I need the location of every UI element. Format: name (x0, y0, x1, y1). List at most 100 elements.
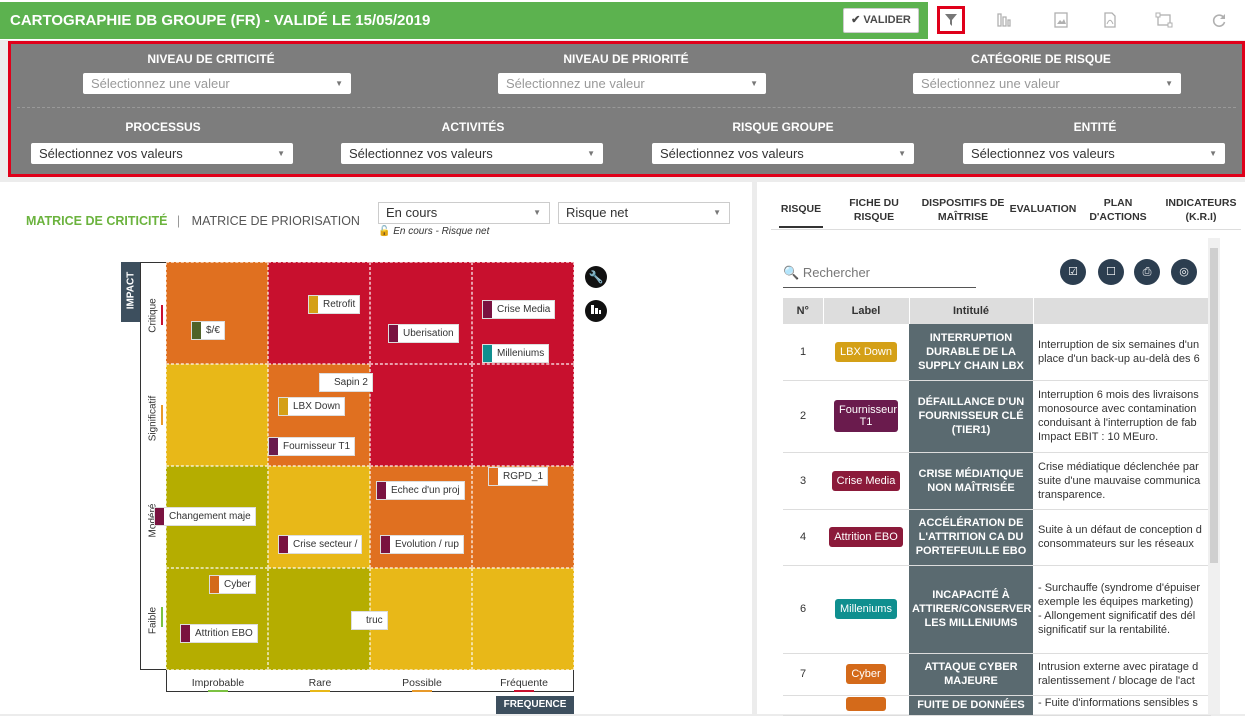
criticite-select[interactable]: Sélectionnez une valeur ▼ (83, 73, 351, 94)
col-header-label[interactable]: Label (823, 298, 910, 324)
matrix-cell (472, 364, 574, 466)
search-icon: 🔍 (783, 265, 800, 280)
validate-button[interactable]: ✔ VALIDER (843, 8, 919, 33)
risk-label-badge: Milleniums (835, 599, 897, 619)
priorite-select[interactable]: Sélectionnez une valeur ▼ (498, 73, 766, 94)
risk-marker[interactable]: Changement maje (154, 507, 256, 526)
x-level-improbable: Improbable (167, 677, 269, 692)
risk-marker[interactable]: Evolution / rup (380, 535, 464, 554)
ranking-toggle-icon[interactable] (585, 300, 607, 322)
risk-marker[interactable]: Attrition EBO (180, 624, 258, 643)
status-select[interactable]: En cours ▼ (378, 202, 550, 224)
risk-marker[interactable]: Crise secteur / (278, 535, 363, 554)
risk-table: N° Label Intitulé 1 LBX Down INTERRUPTIO… (783, 298, 1212, 716)
matrix-cell (166, 262, 268, 364)
diagram-icon[interactable] (1150, 6, 1178, 34)
risk-marker[interactable]: Cyber (209, 575, 256, 594)
risk-marker[interactable]: Crise Media (482, 300, 556, 319)
tab-evaluation[interactable]: EVALUATION (1007, 202, 1079, 216)
page-title: CARTOGRAPHIE DB GROUPE (FR) - VALIDÉ LE … (0, 2, 928, 39)
table-row[interactable]: 1 LBX Down INTERRUPTION DURABLE DE LA SU… (783, 324, 1211, 381)
search-input[interactable]: 🔍 Rechercher (783, 262, 976, 288)
risk-label-badge: Crise Media (831, 470, 901, 491)
risk-label-badge: Cyber (846, 664, 886, 684)
tab-dispositifs[interactable]: DISPOSITIFS DE MAÎTRISE (921, 196, 1005, 224)
refresh-icon[interactable] (1205, 6, 1233, 34)
filter-label-priorite: NIVEAU DE PRIORITÉ (563, 52, 689, 66)
filter-label-activites: ACTIVITÉS (441, 120, 505, 134)
col-header-intitule[interactable]: Intitulé (909, 298, 1034, 324)
tab-plan-actions[interactable]: PLAN D'ACTIONS (1089, 196, 1147, 224)
risk-marker[interactable]: Milleniums (482, 344, 550, 363)
risk-marker[interactable]: LBX Down (278, 397, 346, 416)
col-header-description (1033, 298, 1212, 324)
table-scrollbar[interactable] (1208, 238, 1220, 714)
tab-matrice-criticite[interactable]: MATRICE DE CRITICITÉ (26, 214, 167, 228)
risk-marker[interactable]: $/€ (191, 321, 225, 340)
scrollbar-thumb[interactable] (1210, 248, 1218, 563)
risk-marker[interactable]: RGPD_1 (488, 467, 549, 486)
tab-indicateurs[interactable]: INDICATEURS (K.R.I) (1161, 196, 1241, 224)
wrench-icon[interactable]: 🔧 (585, 266, 607, 288)
entite-select[interactable]: Sélectionnez vos valeurs ▼ (963, 143, 1225, 164)
filter-label-processus: PROCESSUS (125, 120, 201, 134)
table-row[interactable]: 3 Crise Media CRISE MÉDIATIQUE NON MAÎTR… (783, 452, 1211, 510)
hide-icon[interactable]: ◎ (1171, 259, 1197, 285)
table-row[interactable]: 6 Milleniums INCAPACITÉ À ATTIRER/CONSER… (783, 565, 1211, 654)
risk-marker[interactable]: truc (351, 611, 388, 630)
tab-matrice-priorisation[interactable]: MATRICE DE PRIORISATION (192, 214, 360, 228)
y-level-critique: Critique (147, 298, 159, 333)
risk-type-select[interactable]: Risque net ▼ (558, 202, 730, 224)
filter-label-risque-groupe: RISQUE GROUPE (732, 120, 834, 134)
marker-swatch (192, 322, 201, 339)
frequency-axis-title: FREQUENCE (496, 696, 574, 714)
top-bar: CARTOGRAPHIE DB GROUPE (FR) - VALIDÉ LE … (0, 0, 1245, 40)
filter-divider (17, 107, 1236, 108)
y-level-faible: Faible (147, 606, 159, 635)
x-level-rare: Rare (269, 677, 371, 692)
table-row[interactable]: 7 Cyber ATTAQUE CYBER MAJEURE Intrusion … (783, 653, 1211, 696)
risk-marker[interactable]: Fournisseur T1 (268, 437, 356, 456)
matrix-cell (166, 364, 268, 466)
ranking-icon[interactable] (990, 6, 1018, 34)
activites-select[interactable]: Sélectionnez vos valeurs ▼ (341, 143, 603, 164)
significatif-indicator (161, 405, 163, 425)
pdf-export-icon[interactable] (1096, 6, 1124, 34)
filter-label-entite: ENTITÉ (1073, 120, 1117, 134)
unlock-icon: 🔓 (378, 226, 391, 237)
matrix-panel: MATRICE DE CRITICITÉ | MATRICE DE PRIORI… (0, 182, 752, 714)
filter-label-criticite: NIVEAU DE CRITICITÉ (147, 52, 275, 66)
risk-marker[interactable]: Uberisation (388, 324, 459, 343)
table-row[interactable]: 4 Attrition EBO ACCÉLÉRATION DE L'ATTRIT… (783, 509, 1211, 566)
x-level-frequente: Fréquente (473, 677, 575, 692)
categorie-select[interactable]: Sélectionnez une valeur ▼ (913, 73, 1181, 94)
impact-axis-title: IMPACT (121, 262, 140, 322)
filter-label-categorie: CATÉGORIE DE RISQUE (971, 52, 1111, 66)
tab-risque[interactable]: RISQUE (779, 202, 823, 228)
image-export-icon[interactable] (1047, 6, 1075, 34)
x-level-possible: Possible (371, 677, 473, 692)
risk-marker[interactable]: Sapin 2 (319, 373, 373, 392)
col-header-number[interactable]: N° (783, 298, 824, 324)
criticity-matrix: $/€ Retrofit Uberisation Crise Media Mil… (154, 262, 574, 670)
tab-fiche-du-risque[interactable]: FICHE DU RISQUE (841, 196, 907, 224)
risk-label-badge (846, 696, 886, 711)
risk-marker[interactable]: Retrofit (308, 295, 361, 314)
critique-indicator (161, 305, 163, 325)
table-row[interactable]: FUITE DE DONNÉES - Fuite d'informations … (783, 695, 1211, 716)
matrix-cell (370, 364, 472, 466)
faible-indicator (161, 607, 163, 627)
risk-label-badge: LBX Down (835, 341, 897, 362)
risk-list-panel: RISQUE FICHE DU RISQUE DISPOSITIFS DE MA… (757, 182, 1245, 716)
filter-icon[interactable] (937, 6, 965, 34)
risque-groupe-select[interactable]: Sélectionnez vos valeurs ▼ (652, 143, 914, 164)
processus-select[interactable]: Sélectionnez vos valeurs ▼ (31, 143, 293, 164)
table-row[interactable]: 2 Fournisseur T1 DÉFAILLANCE D'UN FOURNI… (783, 380, 1211, 453)
frequency-axis: Improbable Rare Possible Fréquente (166, 670, 574, 692)
risk-label-badge: Attrition EBO (829, 527, 903, 547)
check-all-icon[interactable]: ☑ (1060, 259, 1086, 285)
uncheck-icon[interactable]: ☐ (1098, 259, 1124, 285)
risk-marker[interactable]: Echec d'un proj (376, 481, 465, 500)
print-icon[interactable]: ⎙ (1134, 259, 1160, 285)
risk-tabs: RISQUE FICHE DU RISQUE DISPOSITIFS DE MA… (771, 190, 1241, 230)
